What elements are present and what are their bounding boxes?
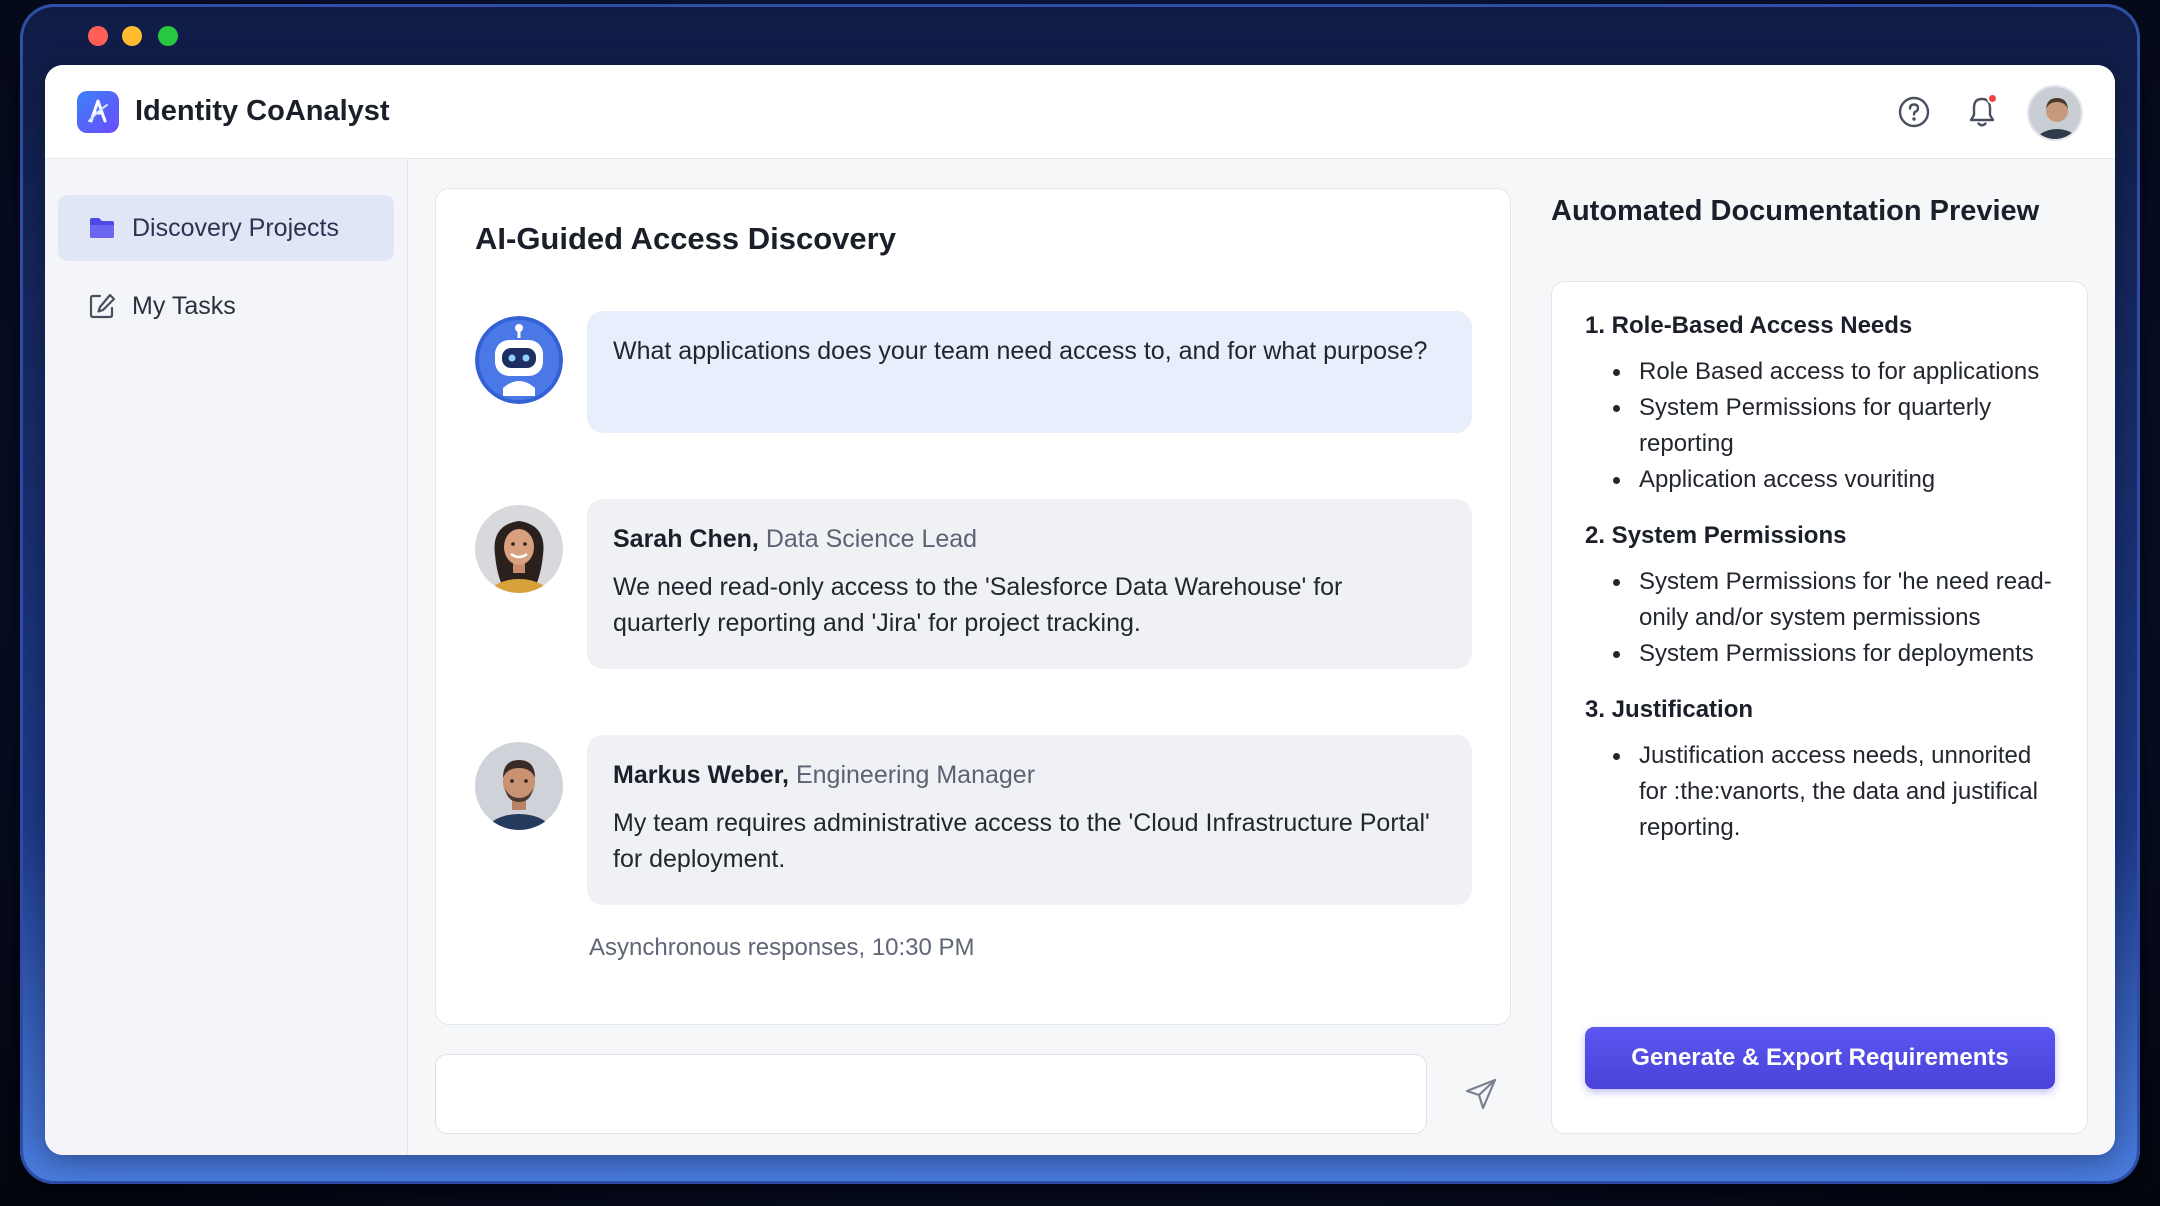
chat-panel: AI-Guided Access Discovery What applicat… <box>435 188 1511 1025</box>
sender-name: Sarah Chen, <box>613 525 759 553</box>
list-item: Role Based access to for applications <box>1607 354 2065 390</box>
message-text: My team requires administrative access t… <box>613 809 1430 873</box>
ai-message-bubble: What applications does your team need ac… <box>587 311 1472 433</box>
main-content: AI-Guided Access Discovery What applicat… <box>408 159 2115 1155</box>
user-message-bubble: Sarah Chen, Data Science Lead We need re… <box>587 499 1472 669</box>
sidebar: Discovery Projects My Tasks <box>45 159 408 1155</box>
generate-export-button[interactable]: Generate & Export Requirements <box>1585 1027 2055 1089</box>
app-window: Identity CoAnalyst Discovery Projects My… <box>45 65 2115 1155</box>
doc-section-list: Justification access needs, unnorited fo… <box>1585 738 2065 846</box>
sender-name: Markus Weber, <box>613 761 790 789</box>
folder-icon <box>88 214 116 242</box>
markus-weber-avatar <box>475 742 563 830</box>
close-window-button[interactable] <box>88 26 108 46</box>
sender-role: Data Science Lead <box>765 525 978 553</box>
list-item: Justification access needs, unnorited fo… <box>1607 738 2065 846</box>
message-text: We need read-only access to the 'Salesfo… <box>613 573 1343 637</box>
message-input[interactable] <box>435 1054 1427 1134</box>
notification-badge <box>1987 93 1998 104</box>
doc-section-list: System Permissions for 'he need read-oni… <box>1585 564 2065 672</box>
sidebar-item-my-tasks[interactable]: My Tasks <box>58 273 394 339</box>
doc-section-heading: 2. System Permissions <box>1585 522 1847 549</box>
sidebar-item-discovery-projects[interactable]: Discovery Projects <box>58 195 394 261</box>
user-message-bubble: Markus Weber, Engineering Manager My tea… <box>587 735 1472 905</box>
timestamp: Asynchronous responses, 10:30 PM <box>589 934 975 961</box>
doc-section-list: Role Based access to for applications Sy… <box>1585 354 2065 498</box>
edit-icon <box>88 292 116 320</box>
doc-preview-panel: 1. Role-Based Access Needs Role Based ac… <box>1551 281 2088 1134</box>
message-sender: Sarah Chen, Data Science Lead <box>613 521 1446 557</box>
minimize-window-button[interactable] <box>122 26 142 46</box>
app-header: Identity CoAnalyst <box>45 65 2115 159</box>
list-item: System Permissions for quarterly reporti… <box>1607 390 2065 462</box>
sidebar-item-label: My Tasks <box>132 291 236 320</box>
user-avatar[interactable] <box>2027 85 2083 141</box>
sender-role: Engineering Manager <box>795 761 1036 789</box>
doc-section: 2. System Permissions System Permissions… <box>1585 522 2065 672</box>
maximize-window-button[interactable] <box>158 26 178 46</box>
send-icon[interactable] <box>1458 1071 1504 1117</box>
doc-section: 3. Justification Justification access ne… <box>1585 696 2065 846</box>
doc-section: 1. Role-Based Access Needs Role Based ac… <box>1585 312 2065 498</box>
doc-preview-content: 1. Role-Based Access Needs Role Based ac… <box>1585 312 2065 870</box>
list-item: System Permissions for 'he need read-oni… <box>1607 564 2065 636</box>
help-icon[interactable] <box>1895 93 1933 131</box>
sidebar-item-label: Discovery Projects <box>132 213 339 242</box>
doc-section-heading: 3. Justification <box>1585 696 1754 723</box>
list-item: System Permissions for deployments <box>1607 636 2065 672</box>
sarah-chen-avatar <box>475 505 563 593</box>
doc-section-heading: 1. Role-Based Access Needs <box>1585 312 1913 339</box>
app-title: Identity CoAnalyst <box>135 95 390 127</box>
list-item: Application access vouriting <box>1607 462 2065 498</box>
message-text: What applications does your team need ac… <box>613 337 1428 365</box>
message-sender: Markus Weber, Engineering Manager <box>613 757 1446 793</box>
app-logo-icon <box>77 91 119 133</box>
chat-title: AI-Guided Access Discovery <box>475 221 896 256</box>
robot-icon <box>475 316 563 404</box>
doc-preview-title: Automated Documentation Preview <box>1551 195 2040 227</box>
